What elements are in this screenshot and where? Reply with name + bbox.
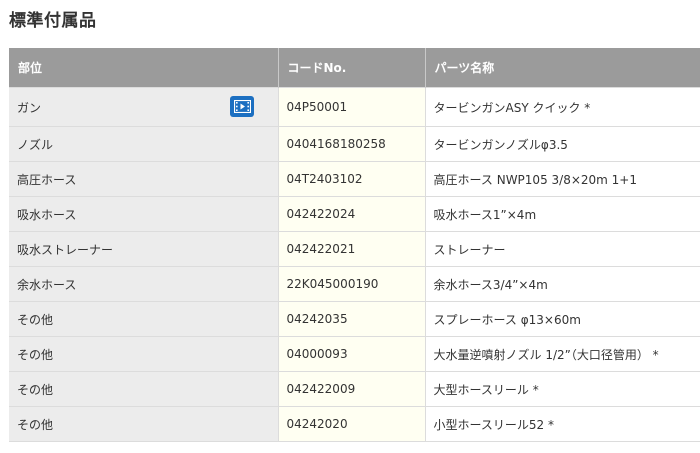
part-cell: その他	[9, 301, 279, 337]
code-cell: 04000093	[278, 336, 426, 372]
name-cell: 高圧ホース NWP105 3/8×20m 1+1	[425, 161, 700, 197]
table-row: ノズル 0404168180258 タービンガンノズルφ3.5	[9, 126, 700, 162]
name-cell: 余水ホース3/4”×4m	[425, 266, 700, 302]
name-cell: 大型ホースリール *	[425, 371, 700, 407]
part-cell: 高圧ホース	[9, 161, 279, 197]
part-cell: その他	[9, 406, 279, 442]
table-row: 余水ホース 22K045000190 余水ホース3/4”×4m	[9, 266, 700, 302]
table-row: その他 04242035 スプレーホース φ13×60m	[9, 301, 700, 337]
name-cell: 小型ホースリール52 *	[425, 406, 700, 442]
part-label: ガン	[17, 100, 42, 115]
code-cell: 042422024	[278, 196, 426, 232]
part-cell: ガン	[9, 87, 279, 127]
film-video-icon	[233, 100, 251, 113]
table-header-row: 部位 コードNo. パーツ名称	[9, 48, 700, 88]
page-title: 標準付属品	[9, 11, 97, 31]
name-cell: ストレーナー	[425, 231, 700, 267]
name-cell: タービンガンノズルφ3.5	[425, 126, 700, 162]
part-cell: ノズル	[9, 126, 279, 162]
table-row: 吸水ストレーナー 042422021 ストレーナー	[9, 231, 700, 267]
table-row: ガン 04P50001 タービンガンASY クイック *	[9, 87, 700, 127]
code-cell: 042422009	[278, 371, 426, 407]
video-button[interactable]	[230, 96, 254, 117]
header-name: パーツ名称	[425, 48, 700, 88]
code-cell: 04242020	[278, 406, 426, 442]
header-code: コードNo.	[278, 48, 426, 88]
code-cell: 042422021	[278, 231, 426, 267]
code-cell: 22K045000190	[278, 266, 426, 302]
name-cell: 吸水ホース1”×4m	[425, 196, 700, 232]
code-cell: 04T2403102	[278, 161, 426, 197]
name-cell: タービンガンASY クイック *	[425, 87, 700, 127]
part-cell: その他	[9, 371, 279, 407]
table-row: その他 04242020 小型ホースリール52 *	[9, 406, 700, 442]
code-cell: 04242035	[278, 301, 426, 337]
part-cell: その他	[9, 336, 279, 372]
part-cell: 余水ホース	[9, 266, 279, 302]
header-part: 部位	[9, 48, 279, 88]
part-cell: 吸水ホース	[9, 196, 279, 232]
table-row: その他 04000093 大水量逆噴射ノズル 1/2”（大口径管用） *	[9, 336, 700, 372]
name-cell: 大水量逆噴射ノズル 1/2”（大口径管用） *	[425, 336, 700, 372]
code-cell: 0404168180258	[278, 126, 426, 162]
table-row: 吸水ホース 042422024 吸水ホース1”×4m	[9, 196, 700, 232]
part-cell: 吸水ストレーナー	[9, 231, 279, 267]
table-row: その他 042422009 大型ホースリール *	[9, 371, 700, 407]
code-cell: 04P50001	[278, 87, 426, 127]
accessories-table: 部位 コードNo. パーツ名称 ガン 04P50001 タービンガンASY クイ…	[9, 48, 700, 442]
table-row: 高圧ホース 04T2403102 高圧ホース NWP105 3/8×20m 1+…	[9, 161, 700, 197]
name-cell: スプレーホース φ13×60m	[425, 301, 700, 337]
